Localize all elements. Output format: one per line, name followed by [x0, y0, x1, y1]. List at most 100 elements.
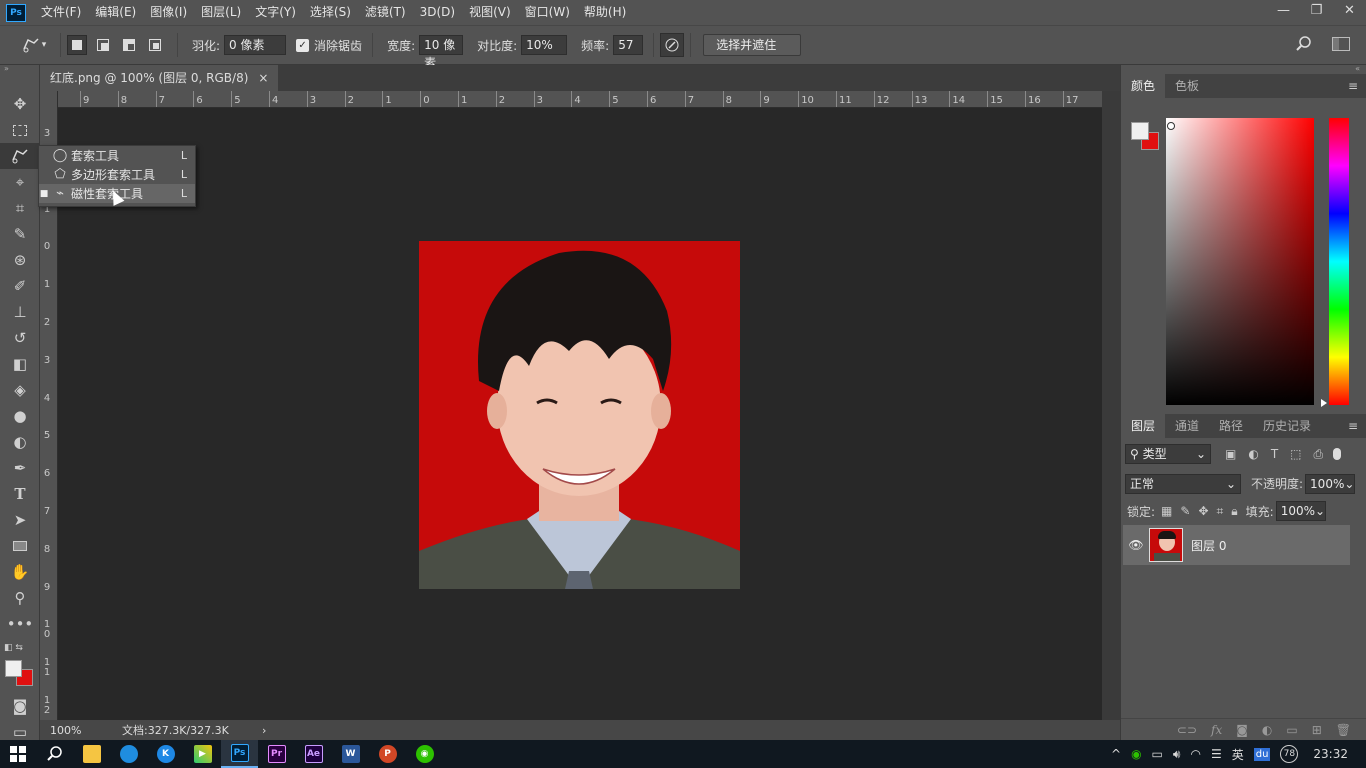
tray-wifi-icon[interactable]: ◠ [1190, 747, 1200, 761]
tray-expand-icon[interactable]: ^ [1111, 747, 1121, 761]
tray-wechat-icon[interactable]: ◉ [1131, 747, 1141, 761]
crop-tool-icon[interactable]: ⌗ [0, 195, 40, 221]
hue-slider[interactable] [1329, 118, 1349, 405]
tab-paths[interactable]: 路径 [1209, 414, 1253, 438]
fx-icon[interactable]: fx [1211, 723, 1222, 737]
move-tool-icon[interactable]: ✥ [0, 91, 40, 117]
flyout-polygonal-lasso-tool[interactable]: ⬠ 多边形套索工具 L [39, 165, 195, 184]
add-selection-icon[interactable] [93, 35, 113, 55]
opacity-input[interactable]: 100% ⌄ [1305, 473, 1356, 494]
menu-layer[interactable]: 图层(L) [194, 0, 248, 25]
color-fg-swatch[interactable] [1131, 122, 1149, 140]
menu-filter[interactable]: 滤镜(T) [358, 0, 413, 25]
tray-notification-icon[interactable]: ☰ [1211, 747, 1222, 761]
foreground-color-swatch[interactable] [5, 660, 22, 677]
after-effects-icon[interactable]: Ae [295, 740, 332, 768]
magnetic-lasso-preset-icon[interactable]: ▾ [14, 37, 54, 53]
eyedropper-tool-icon[interactable]: ✎ [0, 221, 40, 247]
type-tool-icon[interactable]: T [0, 481, 40, 507]
frequency-input[interactable]: 57 [613, 35, 644, 55]
tab-swatches[interactable]: 色板 [1165, 74, 1209, 98]
path-selection-tool-icon[interactable]: ➤ [0, 507, 40, 533]
id-photo-image[interactable] [419, 241, 740, 589]
new-group-icon[interactable]: ▭ [1286, 723, 1297, 737]
horizontal-ruler[interactable]: 9 8 7 6 5 4 3 2 1 0 1 2 3 4 5 6 7 8 9 10 11 12 13 14 15 16 17 [58, 91, 1102, 108]
feather-input[interactable]: 0 像素 [224, 35, 287, 55]
menu-window[interactable]: 窗口(W) [518, 0, 577, 25]
tab-channels[interactable]: 通道 [1165, 414, 1209, 438]
tab-history[interactable]: 历史记录 [1253, 414, 1321, 438]
menu-3d[interactable]: 3D(D) [413, 0, 462, 25]
menu-view[interactable]: 视图(V) [462, 0, 518, 25]
search-icon[interactable] [36, 740, 73, 768]
status-menu-arrow-icon[interactable]: › [262, 724, 266, 737]
filter-smart-object-icon[interactable]: ⎙ [1314, 447, 1324, 462]
filter-shape-icon[interactable]: ⬚ [1290, 447, 1301, 461]
default-colors-icon[interactable]: ◧ ⇆ [4, 643, 23, 653]
menu-image[interactable]: 图像(I) [143, 0, 194, 25]
select-and-mask-button[interactable]: 选择并遮住 ... [703, 34, 802, 72]
search-icon[interactable] [1296, 36, 1312, 52]
rectangle-tool-icon[interactable] [0, 533, 40, 559]
filter-adjustment-icon[interactable]: ◐ [1248, 447, 1258, 461]
zoom-tool-icon[interactable]: ⚲ [0, 585, 40, 611]
antialias-checkbox[interactable]: ✓ [296, 38, 310, 52]
width-input[interactable]: 10 像素 [419, 35, 464, 70]
menu-select[interactable]: 选择(S) [303, 0, 358, 25]
temperature-badge[interactable]: 78 [1280, 745, 1299, 763]
menu-edit[interactable]: 编辑(E) [88, 0, 143, 25]
fill-input[interactable]: 100% ⌄ [1275, 501, 1326, 521]
flyout-lasso-tool[interactable]: ◯ 套索工具 L [39, 146, 195, 165]
brush-tool-icon[interactable]: ✐ [0, 273, 40, 299]
vertical-scrollbar[interactable] [1102, 91, 1120, 720]
stylus-pressure-icon[interactable] [660, 33, 685, 57]
panel-menu-icon[interactable]: ≡ [1348, 79, 1358, 93]
subtract-selection-icon[interactable] [119, 35, 139, 55]
more-tools-icon[interactable]: ••• [0, 611, 40, 637]
adjustment-layer-icon[interactable]: ◐ [1262, 723, 1272, 737]
menu-file[interactable]: 文件(F) [34, 0, 88, 25]
filter-type-icon[interactable]: T [1271, 447, 1278, 461]
link-layers-icon[interactable]: ⊂⊃ [1177, 723, 1197, 737]
tab-color[interactable]: 颜色 [1121, 74, 1166, 98]
hue-slider-handle-icon[interactable] [1321, 399, 1327, 407]
blend-mode-select[interactable]: 正常 ⌄ [1125, 473, 1241, 494]
spot-healing-tool-icon[interactable]: ⊛ [0, 247, 40, 273]
history-brush-tool-icon[interactable]: ↺ [0, 325, 40, 351]
restore-button[interactable]: ❐ [1300, 0, 1333, 25]
marquee-tool-icon[interactable] [0, 117, 40, 143]
edge-browser-icon[interactable] [110, 740, 147, 768]
workspace-icon[interactable] [1332, 37, 1350, 51]
lock-artboard-icon[interactable]: ⌗ [1217, 504, 1224, 519]
collapse-icon[interactable]: » [0, 65, 39, 75]
close-button[interactable]: ✕ [1333, 0, 1366, 25]
lock-transparent-icon[interactable]: ▦ [1161, 504, 1172, 518]
lasso-tool-icon[interactable] [0, 143, 40, 169]
blur-tool-icon[interactable]: ● [0, 403, 40, 429]
add-mask-icon[interactable]: ◙ [1236, 723, 1248, 737]
paint-bucket-tool-icon[interactable]: ◈ [0, 377, 40, 403]
clock[interactable]: 23:32 [1313, 747, 1348, 761]
intersect-selection-icon[interactable] [145, 35, 165, 55]
file-explorer-icon[interactable] [73, 740, 110, 768]
filter-toggle-icon[interactable] [1333, 448, 1342, 460]
menu-type[interactable]: 文字(Y) [248, 0, 303, 25]
eraser-tool-icon[interactable]: ◧ [0, 351, 40, 377]
minimize-button[interactable]: — [1267, 0, 1300, 25]
collapse-panels-icon[interactable]: « [1121, 65, 1366, 74]
tray-network-icon[interactable]: ▭ [1152, 747, 1163, 761]
ime-indicator[interactable]: 英 [1232, 746, 1244, 763]
video-player-icon[interactable]: ▶ [184, 740, 221, 768]
quick-mask-icon[interactable]: ◙ [0, 693, 40, 719]
tab-close-icon[interactable]: × [258, 65, 268, 91]
wechat-icon[interactable]: ◉ [406, 740, 443, 768]
lock-all-icon[interactable]: 🔒︎ [1231, 504, 1237, 519]
visibility-eye-icon[interactable]: 👁︎ [1123, 538, 1149, 552]
layer-filter-select[interactable]: ⚲ 类型 ⌄ [1125, 444, 1211, 464]
photoshop-taskbar-icon[interactable]: Ps [221, 740, 258, 768]
document-tab[interactable]: 红底.png @ 100% (图层 0, RGB/8) × [40, 65, 279, 91]
delete-layer-icon[interactable]: 🗑︎ [1336, 723, 1351, 737]
clone-stamp-tool-icon[interactable]: ⊥ [0, 299, 40, 325]
kugou-icon[interactable]: K [147, 740, 184, 768]
layers-panel-menu-icon[interactable]: ≡ [1348, 419, 1358, 433]
